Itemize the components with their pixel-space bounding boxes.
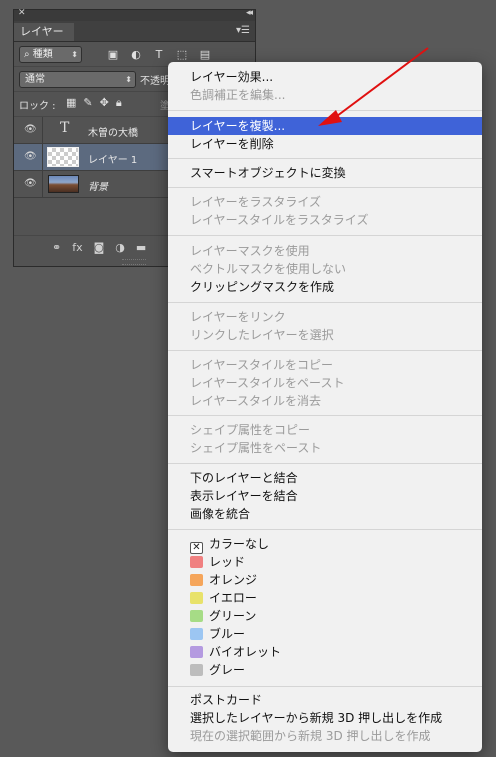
arrow-head [318,110,342,126]
arrow-shaft [332,47,429,120]
annotation-arrow [318,47,429,126]
